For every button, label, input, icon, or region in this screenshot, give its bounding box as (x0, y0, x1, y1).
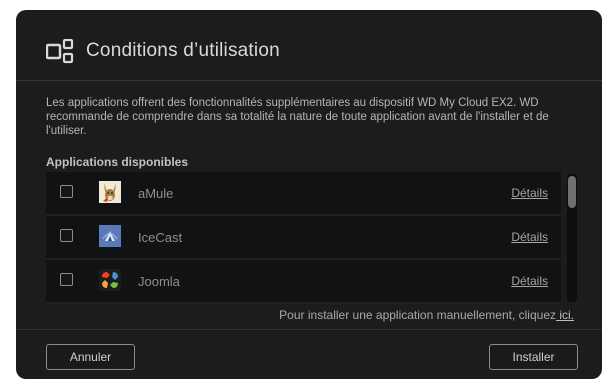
app-checkbox[interactable] (60, 229, 73, 242)
app-name: IceCast (138, 230, 183, 245)
details-link[interactable]: Détails (511, 274, 548, 288)
dialog-description: Les applications offrent des fonctionnal… (46, 97, 549, 137)
manual-install-link[interactable]: ici. (556, 308, 574, 322)
app-checkbox[interactable] (60, 185, 73, 198)
cancel-button[interactable]: Annuler (46, 344, 135, 370)
app-row-joomla: Joomla Détails (46, 260, 561, 304)
manual-install-note: Pour installer une application manuellem… (279, 308, 574, 322)
install-button[interactable]: Installer (489, 344, 578, 370)
manual-install-text: Pour installer une application manuellem… (279, 308, 556, 322)
icecast-icon (99, 225, 121, 247)
app-list-scrollbar[interactable] (567, 174, 577, 302)
app-checkbox[interactable] (60, 273, 73, 286)
app-row-amule: aMule Détails (46, 172, 561, 216)
joomla-icon (99, 269, 121, 291)
app-row-icecast: IceCast Détails (46, 216, 561, 260)
dialog-header: Conditions d’utilisation (16, 10, 602, 81)
available-apps-heading: Applications disponibles (46, 155, 189, 169)
apps-grid-icon (45, 38, 74, 65)
app-name: Joomla (138, 274, 180, 289)
dialog-title: Conditions d’utilisation (86, 40, 280, 61)
dialog-footer: Annuler Installer (16, 329, 602, 379)
terms-dialog: Conditions d’utilisation Les application… (16, 10, 602, 379)
scrollbar-thumb[interactable] (568, 176, 576, 208)
details-link[interactable]: Détails (511, 186, 548, 200)
app-list: aMule Détails IceCast Détails Joomla Dét… (46, 172, 561, 304)
details-link[interactable]: Détails (511, 230, 548, 244)
amule-mule-icon (99, 181, 121, 203)
app-name: aMule (138, 186, 174, 201)
